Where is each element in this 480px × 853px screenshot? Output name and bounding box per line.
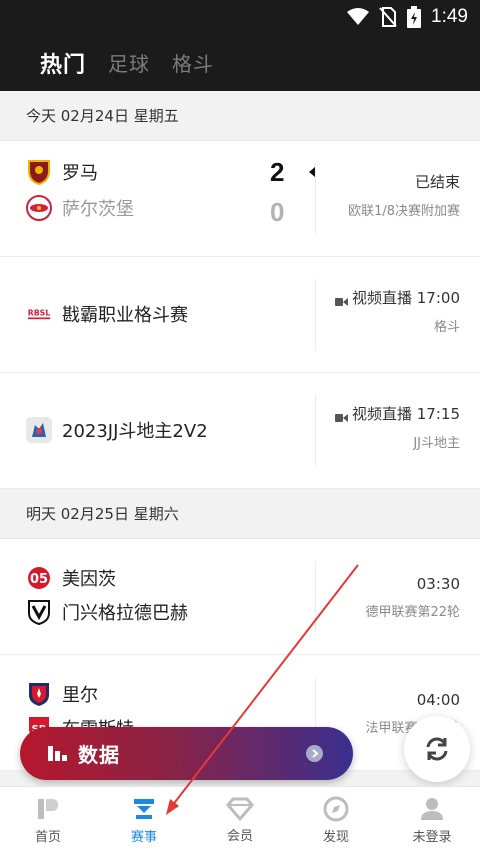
video-camera-icon (335, 409, 348, 422)
wbc-fight-logo: RBSL (26, 301, 52, 327)
divider (315, 395, 316, 467)
league-name: JJ斗地主 (413, 436, 460, 451)
home-p-icon (38, 798, 58, 819)
nav-login-label: 未登录 (412, 829, 452, 845)
nav-events[interactable]: 赛事 (96, 787, 192, 853)
league-name: 格斗 (433, 320, 460, 335)
battery-charging-icon (407, 6, 422, 28)
wifi-icon (347, 8, 370, 25)
refresh-button[interactable] (404, 716, 470, 782)
live-status: 视频直播 17:15 (335, 403, 460, 424)
nav-discover[interactable]: 发现 (288, 787, 384, 853)
match-info: 视频直播 17:15 JJ斗地主 (335, 403, 460, 451)
home-team-name: 里尔 (62, 685, 98, 706)
no-sim-icon (379, 7, 397, 27)
league-name: 德甲联赛第22轮 (365, 605, 460, 620)
gladbach-logo (26, 599, 52, 625)
compass-icon (323, 796, 349, 821)
event-name: 戡霸职业格斗赛 (62, 305, 188, 326)
divider (315, 561, 316, 633)
away-team-name: 门兴格拉德巴赫 (62, 603, 188, 624)
nav-member[interactable]: 会员 (192, 787, 288, 853)
league-name: 欧联1/8决赛附加赛 (348, 204, 460, 219)
tab-football[interactable]: 足球 (108, 48, 150, 77)
tab-hot[interactable]: 热门 (40, 47, 86, 79)
home-team-name: 美因茨 (62, 569, 116, 590)
status-time: 1:49 (431, 6, 468, 27)
live-status-text: 视频直播 17:15 (352, 405, 460, 423)
date-header-tomorrow: 明天 02月25日 星期六 (0, 489, 480, 539)
bar-chart-icon (48, 743, 68, 765)
salzburg-logo (26, 195, 52, 221)
as-roma-logo (26, 159, 52, 185)
match-list: 今天 02月24日 星期五 罗马 萨尔茨堡 2 0 已结束 欧联1/8决赛附加赛… (0, 91, 480, 786)
match-info: 视频直播 17:00 格斗 (335, 287, 460, 335)
refresh-icon (426, 737, 448, 761)
chevron-right-icon (306, 745, 323, 762)
match-row-mainz-gladbach[interactable]: 05 美因茨 门兴格拉德巴赫 03:30 德甲联赛第22轮 (0, 539, 480, 655)
live-status-text: 视频直播 17:00 (352, 289, 460, 307)
nav-home-label: 首页 (34, 829, 61, 845)
home-team-name: 罗马 (62, 163, 98, 184)
home-team: 罗马 (26, 159, 98, 185)
bottom-navigation: 首页 赛事 会员 发现 未登录 (0, 786, 480, 853)
home-score: 2 (270, 157, 285, 187)
match-row-roma-salzburg[interactable]: 罗马 萨尔茨堡 2 0 已结束 欧联1/8决赛附加赛 (0, 141, 480, 257)
away-team: 萨尔茨堡 (26, 195, 134, 221)
away-team: 门兴格拉德巴赫 (26, 599, 188, 625)
match-status: 已结束 (414, 173, 460, 191)
svg-text:RBSL: RBSL (28, 309, 51, 318)
status-bar: 1:49 (0, 0, 480, 34)
video-camera-icon (335, 293, 348, 306)
nav-member-label: 会员 (226, 828, 253, 844)
nav-home[interactable]: 首页 (0, 787, 96, 853)
event: 2023JJ斗地主2V2 (26, 417, 208, 443)
nav-discover-label: 发现 (322, 829, 349, 845)
live-status: 视频直播 17:00 (335, 287, 460, 308)
match-info: 已结束 欧联1/8决赛附加赛 (348, 171, 460, 219)
nav-events-label: 赛事 (130, 829, 157, 845)
mainz-logo: 05 (26, 565, 52, 591)
kickoff-time: 04:00 (416, 691, 460, 709)
away-team-name: 萨尔茨堡 (62, 199, 134, 220)
home-team: 里尔 (26, 681, 98, 707)
home-team: 05 美因茨 (26, 565, 116, 591)
divider (315, 279, 316, 351)
tab-fighting[interactable]: 格斗 (172, 48, 214, 77)
nav-login[interactable]: 未登录 (384, 787, 480, 853)
user-icon (421, 797, 443, 820)
lille-logo (26, 681, 52, 707)
away-score: 0 (270, 197, 285, 227)
events-icon (134, 798, 154, 819)
event: RBSL 戡霸职业格斗赛 (26, 301, 188, 327)
match-row-fight[interactable]: RBSL 戡霸职业格斗赛 视频直播 17:00 格斗 (0, 257, 480, 373)
divider (315, 163, 316, 235)
kickoff-time: 03:30 (416, 575, 460, 593)
match-row-doudizhu[interactable]: 2023JJ斗地主2V2 视频直播 17:15 JJ斗地主 (0, 373, 480, 489)
diamond-icon (226, 797, 254, 821)
date-header-today: 今天 02月24日 星期五 (0, 91, 480, 141)
svg-text:05: 05 (30, 572, 48, 587)
match-info: 03:30 德甲联赛第22轮 (365, 575, 460, 620)
data-button-label: 数据 (78, 743, 120, 767)
event-name: 2023JJ斗地主2V2 (62, 421, 208, 442)
jj-doudizhu-logo (26, 417, 52, 443)
data-floating-button[interactable]: 数据 (20, 727, 353, 780)
top-tabs: 热门 足球 格斗 (0, 34, 480, 91)
